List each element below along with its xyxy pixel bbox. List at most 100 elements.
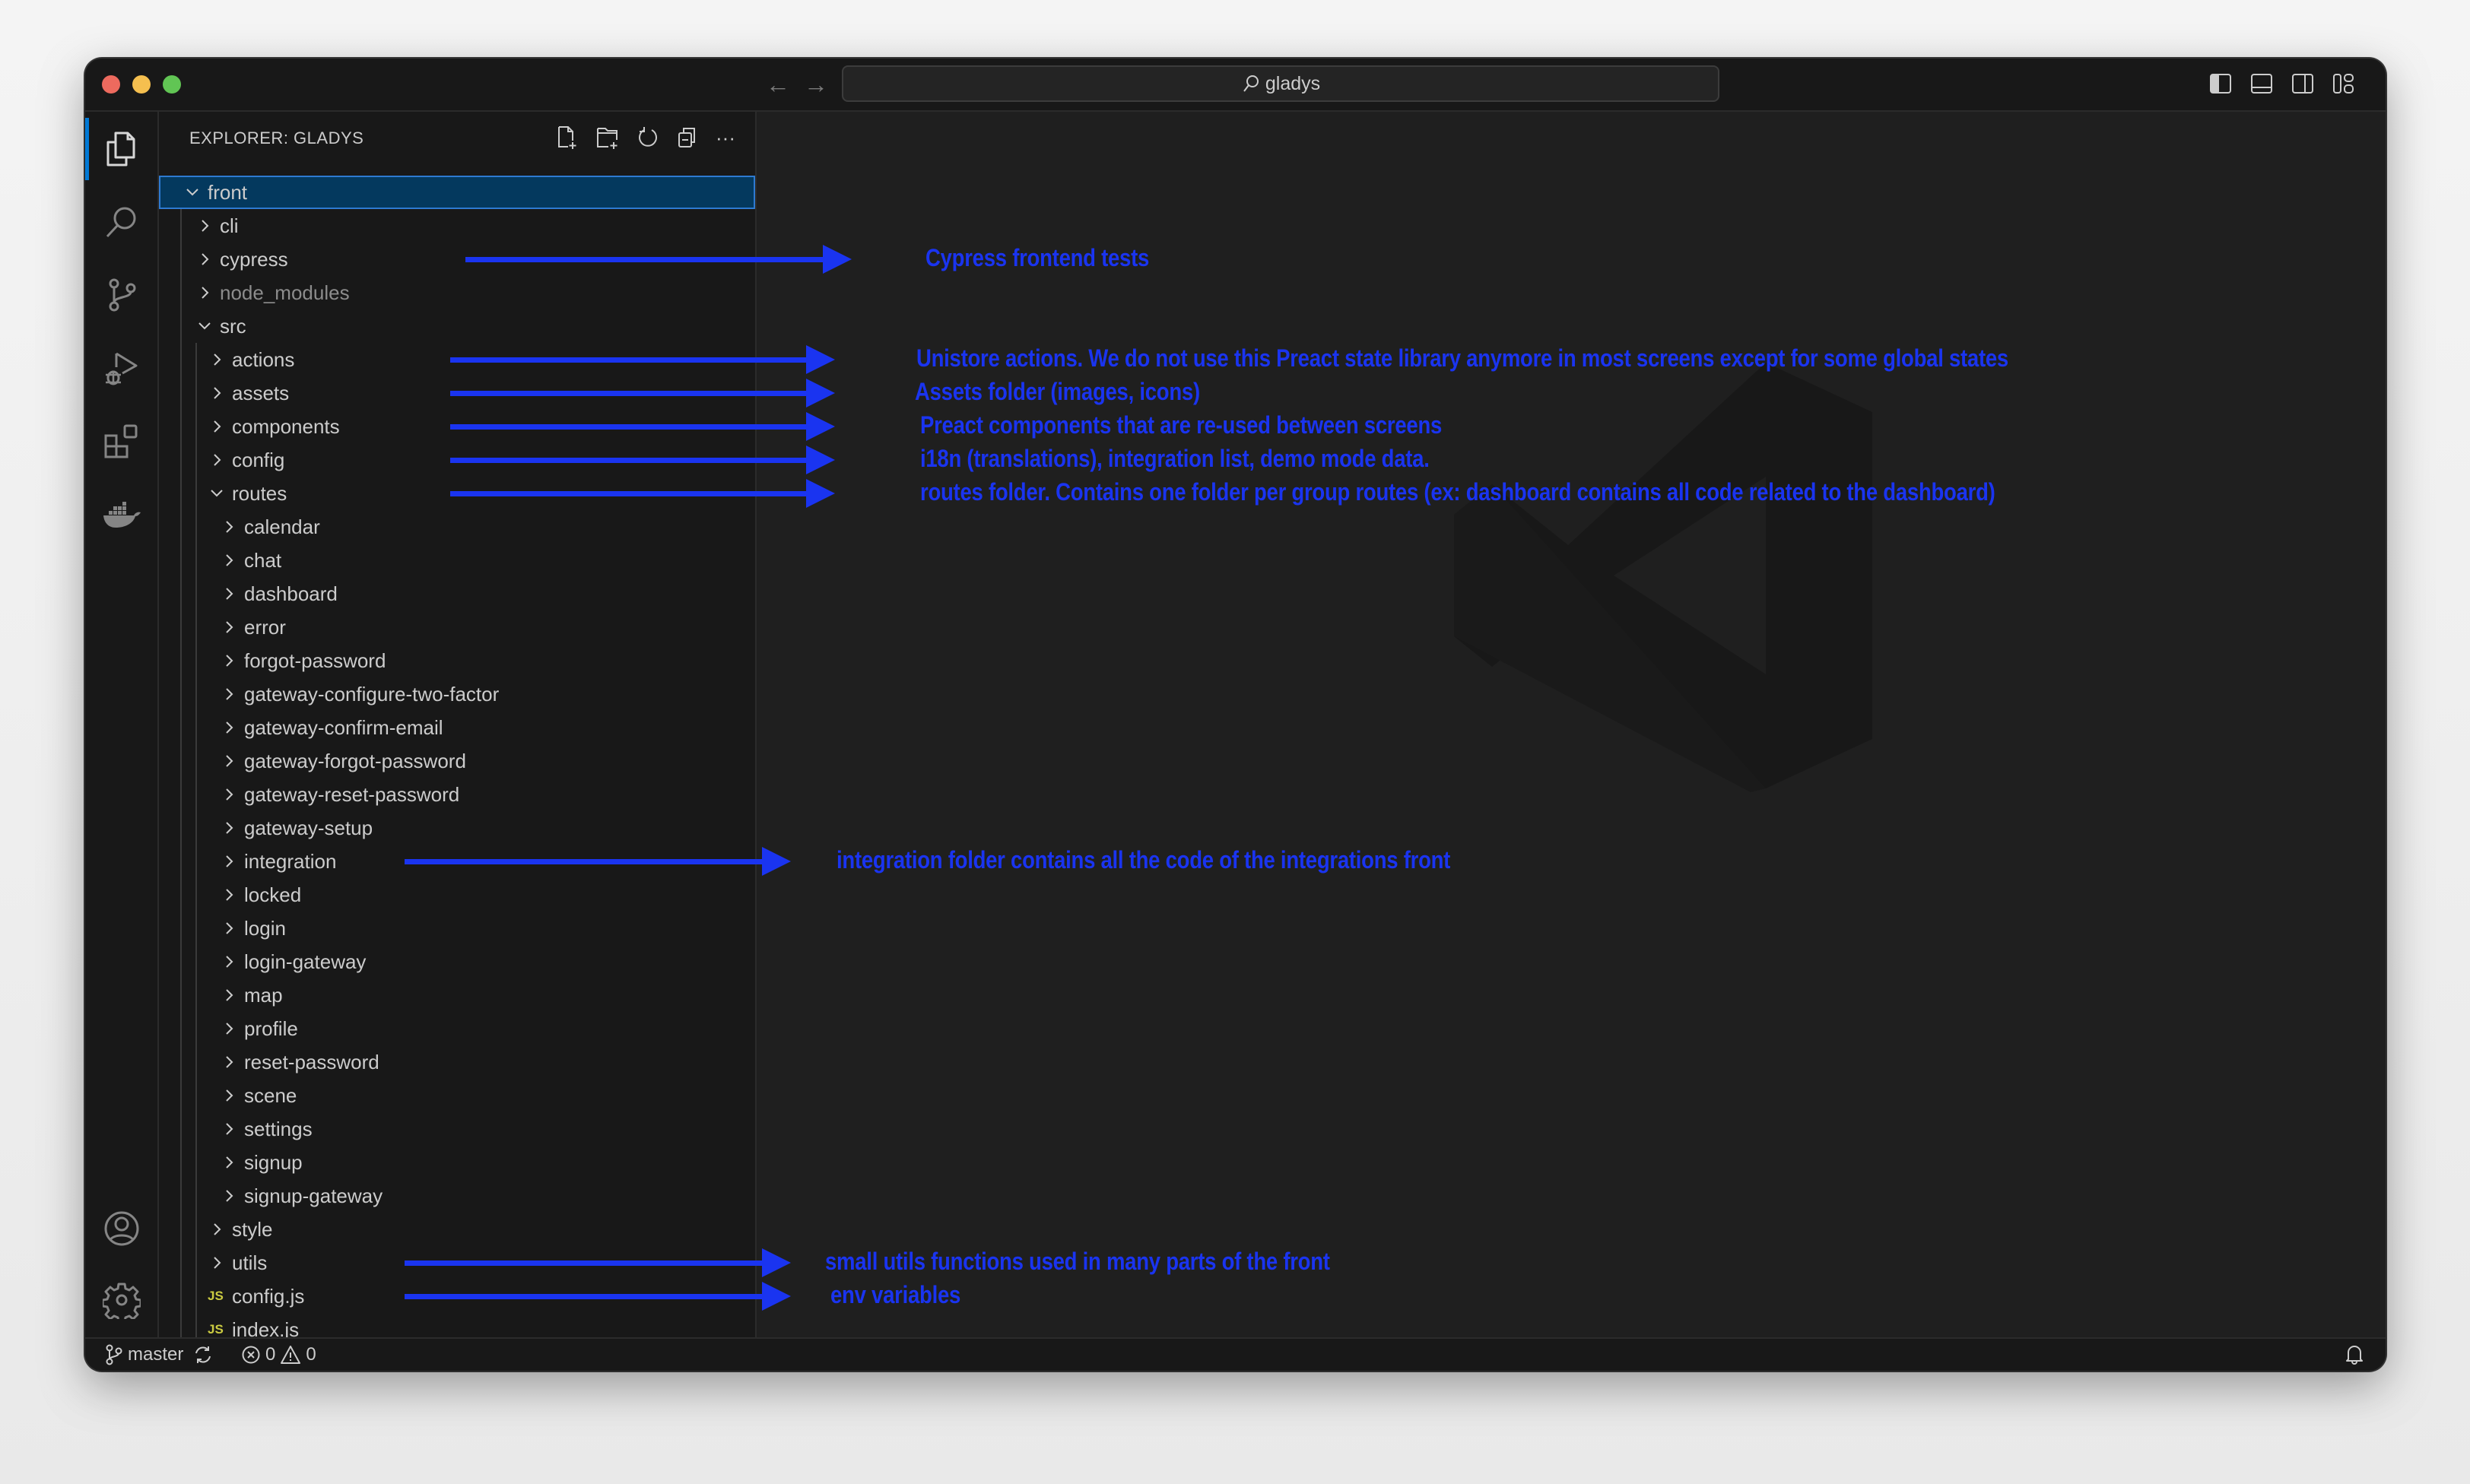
- new-folder-icon[interactable]: [595, 125, 620, 150]
- chevron-right-icon[interactable]: [197, 243, 212, 276]
- chevron-right-icon[interactable]: [221, 510, 237, 544]
- chevron-right-icon[interactable]: [209, 1246, 224, 1279]
- annotation-arrow: [405, 847, 791, 876]
- activity-extensions[interactable]: [85, 407, 157, 475]
- chevron-right-icon[interactable]: [209, 1213, 224, 1246]
- vscode-window: ← → gladys EXPLORER: GLADYS ··· front cl…: [85, 59, 2386, 1371]
- chevron-right-icon[interactable]: [221, 945, 237, 978]
- tree-item-label: scene: [244, 1084, 297, 1107]
- tree-folder[interactable]: gateway-configure-two-factor: [159, 677, 755, 711]
- chevron-right-icon[interactable]: [221, 677, 237, 711]
- chevron-right-icon[interactable]: [221, 1079, 237, 1112]
- tree-folder[interactable]: settings: [159, 1112, 755, 1146]
- chevron-right-icon[interactable]: [221, 1045, 237, 1079]
- tree-item-label: reset-password: [244, 1051, 379, 1073]
- tree-folder[interactable]: login: [159, 912, 755, 945]
- more-actions-button[interactable]: ···: [716, 126, 735, 150]
- status-bar: master 0 0: [85, 1337, 2386, 1371]
- tree-item-label: components: [232, 415, 340, 438]
- tree-folder[interactable]: map: [159, 978, 755, 1012]
- toggle-secondary-sidebar-icon[interactable]: [2291, 72, 2314, 95]
- tree-folder[interactable]: gateway-forgot-password: [159, 744, 755, 778]
- tree-folder[interactable]: profile: [159, 1012, 755, 1045]
- tree-folder[interactable]: gateway-setup: [159, 811, 755, 845]
- zoom-window-button[interactable]: [163, 75, 181, 94]
- layout-controls: [2209, 72, 2355, 95]
- tree-folder[interactable]: reset-password: [159, 1045, 755, 1079]
- chevron-right-icon[interactable]: [221, 811, 237, 845]
- annotation-arrow: [450, 412, 835, 441]
- tree-folder[interactable]: src: [159, 309, 755, 343]
- tree-folder[interactable]: gateway-reset-password: [159, 778, 755, 811]
- tree-folder[interactable]: signup-gateway: [159, 1179, 755, 1213]
- sync-icon[interactable]: [192, 1344, 214, 1365]
- tree-folder[interactable]: signup: [159, 1146, 755, 1179]
- chevron-right-icon[interactable]: [221, 912, 237, 945]
- arrow-left-icon[interactable]: ←: [766, 69, 790, 100]
- close-window-button[interactable]: [102, 75, 120, 94]
- activity-docker[interactable]: [85, 480, 157, 548]
- activity-run-debug[interactable]: [85, 334, 157, 402]
- new-file-icon[interactable]: [556, 125, 579, 150]
- chevron-right-icon[interactable]: [221, 544, 237, 577]
- chevron-right-icon[interactable]: [209, 343, 224, 376]
- toggle-panel-icon[interactable]: [2250, 72, 2273, 95]
- tree-folder[interactable]: scene: [159, 1079, 755, 1112]
- command-center-search[interactable]: gladys: [842, 65, 1719, 102]
- chevron-down-icon[interactable]: [197, 309, 212, 343]
- chevron-right-icon[interactable]: [209, 443, 224, 477]
- tree-folder[interactable]: login-gateway: [159, 945, 755, 978]
- minimize-window-button[interactable]: [132, 75, 151, 94]
- chevron-right-icon[interactable]: [209, 410, 224, 443]
- chevron-right-icon[interactable]: [209, 376, 224, 410]
- tree-folder[interactable]: cli: [159, 209, 755, 243]
- tree-item-label: utils: [232, 1251, 268, 1274]
- chevron-right-icon[interactable]: [221, 878, 237, 912]
- chevron-right-icon[interactable]: [221, 644, 237, 677]
- toggle-primary-sidebar-icon[interactable]: [2209, 72, 2232, 95]
- chevron-right-icon[interactable]: [221, 1012, 237, 1045]
- chevron-right-icon[interactable]: [197, 276, 212, 309]
- tree-item-label: error: [244, 616, 286, 639]
- chevron-down-icon[interactable]: [185, 176, 200, 209]
- tree-folder[interactable]: locked: [159, 878, 755, 912]
- tree-item-label: signup-gateway: [244, 1184, 383, 1207]
- refresh-icon[interactable]: [637, 125, 659, 150]
- tree-indent-guide: [195, 343, 197, 1346]
- chevron-right-icon[interactable]: [221, 610, 237, 644]
- chevron-down-icon[interactable]: [209, 477, 224, 510]
- tree-item-label: calendar: [244, 515, 320, 538]
- chevron-right-icon[interactable]: [221, 1146, 237, 1179]
- tree-folder[interactable]: dashboard: [159, 577, 755, 610]
- chevron-right-icon[interactable]: [221, 711, 237, 744]
- activity-explorer[interactable]: [85, 115, 157, 183]
- chevron-right-icon[interactable]: [221, 845, 237, 878]
- docker-icon: [103, 502, 141, 528]
- chevron-right-icon[interactable]: [221, 1112, 237, 1146]
- activity-source-control[interactable]: [85, 261, 157, 329]
- tree-folder[interactable]: chat: [159, 544, 755, 577]
- tree-folder[interactable]: forgot-password: [159, 644, 755, 677]
- chevron-right-icon[interactable]: [221, 744, 237, 778]
- chevron-right-icon[interactable]: [221, 577, 237, 610]
- arrow-right-icon[interactable]: →: [804, 69, 828, 100]
- activity-search[interactable]: [85, 188, 157, 256]
- activity-manage[interactable]: [85, 1266, 157, 1334]
- chevron-right-icon[interactable]: [197, 209, 212, 243]
- tree-folder[interactable]: style: [159, 1213, 755, 1246]
- chevron-right-icon[interactable]: [221, 978, 237, 1012]
- tree-folder[interactable]: front: [159, 176, 755, 209]
- customize-layout-icon[interactable]: [2332, 72, 2355, 95]
- problems-indicator[interactable]: 0 0: [241, 1339, 316, 1371]
- tree-folder[interactable]: error: [159, 610, 755, 644]
- chevron-right-icon[interactable]: [221, 778, 237, 811]
- tree-folder[interactable]: gateway-confirm-email: [159, 711, 755, 744]
- tree-folder[interactable]: node_modules: [159, 276, 755, 309]
- annotation-text: Unistore actions. We do not use this Pre…: [916, 344, 2008, 372]
- tree-folder[interactable]: calendar: [159, 510, 755, 544]
- activity-accounts[interactable]: [85, 1194, 157, 1263]
- notifications-button[interactable]: [2345, 1339, 2364, 1371]
- collapse-all-icon[interactable]: [676, 125, 699, 150]
- branch-indicator[interactable]: master: [105, 1339, 214, 1371]
- chevron-right-icon[interactable]: [221, 1179, 237, 1213]
